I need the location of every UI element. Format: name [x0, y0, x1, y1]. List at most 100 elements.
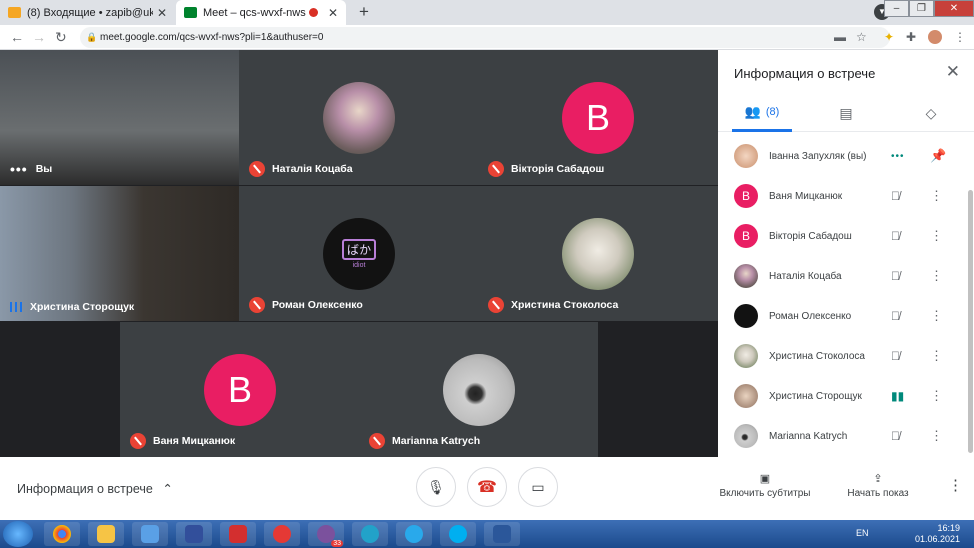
- new-tab-button[interactable]: +: [354, 2, 374, 22]
- tile-name: ••• Вы: [10, 161, 53, 177]
- tile-name: Роман Олексенко: [249, 297, 363, 313]
- more-options-icon[interactable]: ⋮: [930, 428, 943, 444]
- clock[interactable]: 16:19 01.06.2021: [915, 523, 960, 545]
- more-options-icon[interactable]: ⋮: [930, 388, 943, 404]
- skype-taskbar-button[interactable]: [440, 522, 476, 546]
- minimize-button[interactable]: –: [884, 0, 909, 17]
- meeting-info-button[interactable]: Информация о встрече ⌃: [17, 481, 173, 496]
- avatar: ばか idiot: [323, 218, 395, 290]
- star-icon[interactable]: ☆: [856, 30, 867, 44]
- tile-name: Ваня Мицканюк: [130, 433, 235, 449]
- close-tab-icon[interactable]: ✕: [328, 6, 338, 20]
- windows-taskbar: 33 EN 16:19 01.06.2021: [0, 520, 974, 548]
- viber-icon: 33: [317, 525, 343, 547]
- camera-button[interactable]: ▭: [518, 467, 558, 507]
- more-dots-icon: •••: [891, 150, 905, 162]
- pin-icon[interactable]: 📌: [930, 148, 946, 164]
- list-item[interactable]: В Вікторія Сабадош 🎙̸ ⋮: [718, 216, 974, 256]
- avatar: В: [204, 354, 276, 426]
- tile-participant[interactable]: В Ваня Мицканюк: [120, 322, 359, 457]
- tile-participant[interactable]: Наталія Коцаба: [239, 50, 478, 185]
- edge-taskbar-button[interactable]: [352, 522, 388, 546]
- list-item[interactable]: В Ваня Мицканюк 🎙̸ ⋮: [718, 176, 974, 216]
- more-dots-icon: •••: [10, 161, 28, 177]
- lock-icon: 🔒: [86, 32, 98, 42]
- avatar: [443, 354, 515, 426]
- mic-off-icon: 🎙̸: [891, 189, 900, 203]
- list-item[interactable]: Роман Олексенко 🎙̸ ⋮: [718, 296, 974, 336]
- tab-chat[interactable]: ▤: [826, 94, 866, 132]
- video-camera-icon: ▭: [531, 478, 545, 495]
- more-options-icon[interactable]: ⋮: [948, 476, 963, 494]
- telegram-taskbar-button[interactable]: [396, 522, 432, 546]
- tile-name: Христина Стоколоса: [488, 297, 618, 313]
- tile-participant[interactable]: В Вікторія Сабадош: [478, 50, 718, 185]
- explorer-taskbar-button[interactable]: [88, 522, 124, 546]
- speaking-icon: ▮▮: [891, 389, 905, 403]
- more-options-icon[interactable]: ⋮: [930, 188, 943, 204]
- scrollbar[interactable]: [968, 190, 973, 453]
- video-grid: ••• Вы Наталія Коцаба В Вікторія Сабадош …: [0, 50, 718, 457]
- maximize-button[interactable]: ❐: [909, 0, 934, 17]
- close-icon[interactable]: ✕: [946, 62, 960, 82]
- tab-label: Meet – qcs-wvxf-nws: [203, 6, 306, 19]
- camera-indicator-icon[interactable]: ▬: [834, 30, 846, 44]
- tile-participant[interactable]: Marianna Katrych: [359, 322, 598, 457]
- mic-off-icon: [249, 161, 265, 177]
- start-button[interactable]: [3, 521, 33, 547]
- tile-participant-video[interactable]: Христина Сторощук: [0, 186, 239, 321]
- microphone-icon: 🎙: [427, 478, 445, 495]
- activities-icon: ◇: [925, 104, 937, 121]
- list-item[interactable]: Наталія Коцаба 🎙̸ ⋮: [718, 256, 974, 296]
- tab-people[interactable]: 👥 (8): [732, 94, 792, 132]
- pdf-taskbar-button[interactable]: [220, 522, 256, 546]
- tab-activities[interactable]: ◇: [911, 94, 951, 132]
- puzzle-icon[interactable]: ✚: [906, 30, 916, 44]
- tile-self[interactable]: ••• Вы: [0, 50, 239, 185]
- reload-icon[interactable]: ↻: [55, 29, 67, 46]
- url-field[interactable]: 🔒 meet.google.com/qcs-wvxf-nws?pli=1&aut…: [80, 27, 890, 48]
- more-options-icon[interactable]: ⋮: [930, 348, 943, 364]
- avatar: [734, 264, 758, 288]
- more-options-icon[interactable]: ⋮: [930, 228, 943, 244]
- opera-taskbar-button[interactable]: [264, 522, 300, 546]
- mic-button[interactable]: 🎙: [416, 467, 456, 507]
- mic-off-icon: [249, 297, 265, 313]
- save-taskbar-button[interactable]: [176, 522, 212, 546]
- tab-label: (8) Входящие • zapib@ukr.net: [27, 6, 153, 19]
- mic-off-icon: 🎙̸: [891, 349, 900, 363]
- pdf-icon: [229, 525, 247, 543]
- list-item[interactable]: Іванна Запухляк (вы) ••• 📌: [718, 136, 974, 176]
- present-button[interactable]: ⇪ Начать показ: [840, 472, 916, 499]
- floppy-icon: [185, 525, 203, 543]
- close-window-button[interactable]: ✕: [934, 0, 974, 17]
- more-options-icon[interactable]: ⋮: [930, 308, 943, 324]
- forward-arrow-icon[interactable]: →: [32, 29, 46, 45]
- end-call-button[interactable]: ☎: [467, 467, 507, 507]
- avatar[interactable]: [928, 30, 942, 44]
- word-taskbar-button[interactable]: [484, 522, 520, 546]
- extension-icon[interactable]: ✦: [884, 30, 894, 44]
- back-arrow-icon[interactable]: ←: [10, 29, 24, 45]
- hang-up-icon: ☎: [477, 479, 497, 496]
- list-item[interactable]: Marianna Katrych 🎙̸ ⋮: [718, 416, 974, 456]
- tile-participant[interactable]: Христина Стоколоса: [478, 186, 718, 321]
- avatar: [734, 144, 758, 168]
- language-indicator[interactable]: EN: [856, 528, 869, 538]
- more-options-icon[interactable]: ⋮: [930, 268, 943, 284]
- chrome-taskbar-button[interactable]: [44, 522, 80, 546]
- avatar: В: [562, 82, 634, 154]
- tab-meet[interactable]: Meet – qcs-wvxf-nws ✕: [176, 0, 346, 25]
- list-item[interactable]: Христина Стоколоса 🎙̸ ⋮: [718, 336, 974, 376]
- mail-taskbar-button[interactable]: [132, 522, 168, 546]
- captions-button[interactable]: ▣ Включить субтитры: [718, 472, 812, 499]
- avatar: [734, 384, 758, 408]
- viber-taskbar-button[interactable]: 33: [308, 522, 344, 547]
- menu-icon[interactable]: ⋮: [954, 30, 966, 44]
- mic-off-icon: 🎙̸: [891, 429, 900, 443]
- tab-inbox[interactable]: (8) Входящие • zapib@ukr.net ✕: [0, 0, 175, 25]
- mic-off-icon: [369, 433, 385, 449]
- tile-participant[interactable]: ばか idiot Роман Олексенко: [239, 186, 478, 321]
- list-item[interactable]: Христина Сторощук ▮▮ ⋮: [718, 376, 974, 416]
- close-tab-icon[interactable]: ✕: [157, 6, 167, 20]
